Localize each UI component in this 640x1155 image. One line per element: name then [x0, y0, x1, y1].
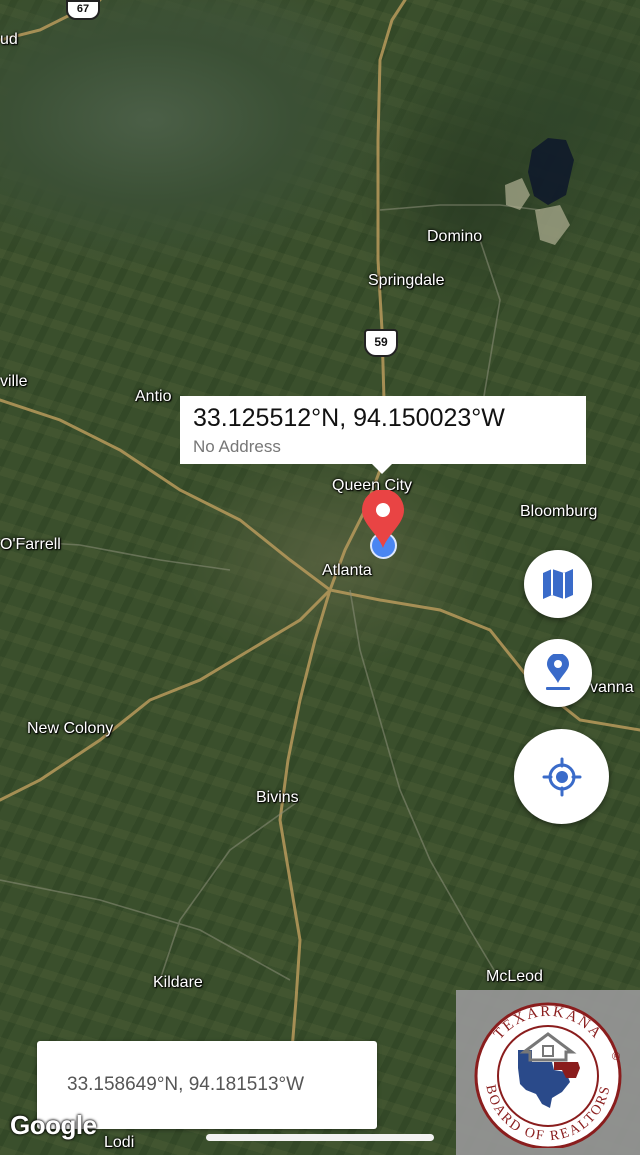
callout-address: No Address — [193, 437, 281, 456]
place-label-mcleod: McLeod — [486, 968, 543, 985]
highway-67-shield: 67 — [66, 0, 100, 20]
logo-seal: TEXARKANA BOARD OF REALTORS ® — [474, 1002, 622, 1148]
place-label-atlanta: Atlanta — [322, 562, 372, 579]
place-label-ville: ville — [0, 373, 28, 390]
callout-coordinates: 33.125512°N, 94.150023°W — [193, 404, 505, 432]
gps-target-icon — [542, 757, 581, 796]
location-callout[interactable]: 33.125512°N, 94.150023°W No Address — [180, 396, 586, 464]
location-pin-icon — [546, 654, 570, 690]
place-label-ud: ud — [0, 31, 18, 48]
callout-pointer — [372, 464, 392, 474]
drop-pin-button[interactable] — [524, 639, 592, 707]
place-label-new-colony: New Colony — [27, 720, 114, 737]
place-label-avanna: vanna — [590, 679, 634, 696]
my-location-button[interactable] — [514, 729, 609, 824]
dropped-pin-icon[interactable] — [360, 490, 406, 550]
place-label-bivins: Bivins — [256, 789, 299, 806]
place-label-kildare: Kildare — [153, 974, 203, 991]
place-label-bloomburg: Bloomburg — [520, 503, 598, 520]
home-indicator[interactable] — [206, 1134, 434, 1141]
place-label-lodi: Lodi — [104, 1134, 135, 1151]
map-icon — [543, 569, 573, 599]
map-type-button[interactable] — [524, 550, 592, 618]
us-59-shield: 59 — [364, 329, 398, 357]
place-label-domino: Domino — [427, 228, 483, 245]
coordinate-readout-text: 33.158649°N, 94.181513°W — [67, 1074, 305, 1095]
google-attribution: Google — [10, 1110, 97, 1140]
texarkana-realtors-logo: TEXARKANA BOARD OF REALTORS ® — [456, 990, 640, 1155]
logo-registered-mark: ® — [612, 1051, 620, 1063]
place-label-antioch: Antio — [135, 388, 172, 405]
place-label-springdale: Springdale — [368, 272, 445, 289]
place-label-ofarrell: O'Farrell — [0, 536, 61, 553]
